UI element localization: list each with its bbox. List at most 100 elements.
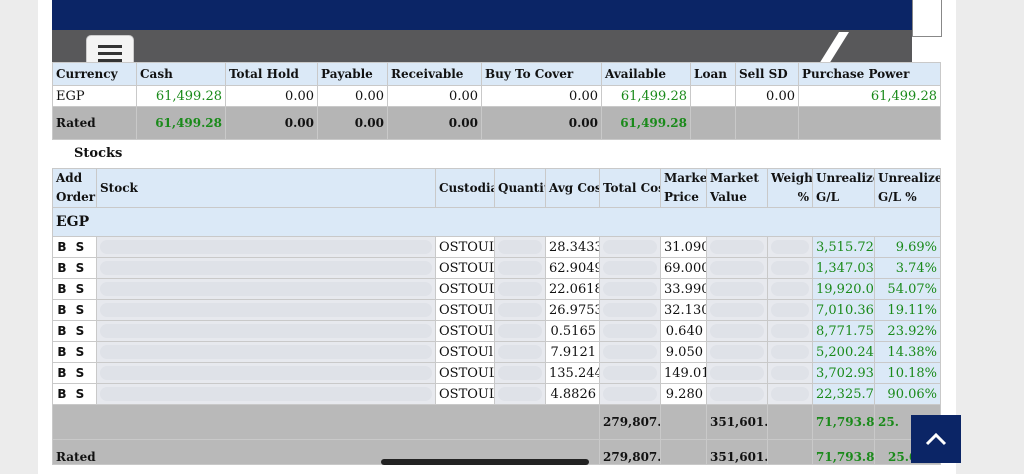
right-frame-edge	[912, 0, 942, 37]
order-buttons-cell: BS	[52, 278, 97, 300]
stock-name-cell[interactable]	[96, 299, 436, 321]
buy-button[interactable]: B	[56, 387, 68, 401]
purchase-power-cell: 61,499.28	[798, 85, 941, 107]
redacted-quantity	[498, 303, 542, 317]
redacted-total-cost	[603, 282, 657, 296]
market-value-cell	[706, 299, 768, 321]
rated-buy-to-cover: 0.00	[481, 106, 602, 140]
col-header-market-value: Market Value	[706, 168, 768, 208]
menu-icon-line	[98, 44, 122, 48]
stock-name-cell[interactable]	[96, 278, 436, 300]
stock-name-cell[interactable]	[96, 320, 436, 342]
stock-name-cell[interactable]	[96, 236, 436, 258]
col-header: Payable	[317, 62, 388, 86]
order-buttons-cell: BS	[52, 236, 97, 258]
quantity-cell	[494, 341, 546, 363]
custodian-cell: OSTOUL	[435, 362, 495, 384]
redacted-quantity	[498, 345, 542, 359]
redacted-total-cost	[603, 261, 657, 275]
sell-sd-cell: 0.00	[735, 85, 799, 107]
rated-market-value: 351,601.05	[706, 439, 768, 465]
redacted-total-cost	[603, 324, 657, 338]
stock-name-cell[interactable]	[96, 341, 436, 363]
stock-row: BS OSTOUL 4.8826 9.280 22,325.7290.06%	[52, 383, 941, 405]
stock-row: B S OSTOUl 7.9121 9.050 5,200.24 14.38%	[52, 341, 941, 363]
cash-cell: 61,499.28	[136, 85, 226, 107]
unrealized-gl-cell: 22,325.72	[812, 383, 875, 405]
redacted-weight	[771, 282, 809, 296]
sell-button[interactable]: S	[74, 261, 86, 275]
redacted-market-value	[710, 282, 764, 296]
sell-button[interactable]: S	[74, 345, 86, 359]
custodian-cell: OSTOUl	[435, 341, 495, 363]
quantity-cell	[494, 278, 546, 300]
sell-button[interactable]: S	[74, 240, 86, 254]
redacted-total-cost	[603, 240, 657, 254]
redacted-quantity	[498, 324, 542, 338]
redacted-market-value	[710, 303, 764, 317]
redacted-stock-name	[100, 345, 432, 359]
redacted-market-value	[710, 324, 764, 338]
stocks-header-row: Add Order Stock Custodian Quantity Avg C…	[52, 168, 941, 208]
redacted-total-cost	[603, 366, 657, 380]
buy-button[interactable]: B	[56, 261, 68, 275]
col-header-total-cost: Total Cost	[599, 168, 661, 208]
balance-header-row: Currency Cash Total Hold Payable Receiva…	[52, 62, 941, 86]
sell-button[interactable]: S	[74, 366, 86, 380]
market-value-cell	[706, 383, 768, 405]
col-header: Currency	[52, 62, 137, 86]
buy-button[interactable]: B	[56, 366, 68, 380]
col-header-weight: Weight %	[767, 168, 813, 208]
buy-button[interactable]: B	[56, 303, 68, 317]
receivable-cell: 0.00	[387, 85, 482, 107]
unrealized-glp-cell: 9.69%	[874, 236, 941, 258]
quantity-cell	[494, 236, 546, 258]
buy-button[interactable]: B	[56, 282, 68, 296]
redacted-weight	[771, 303, 809, 317]
buy-button[interactable]: B	[56, 324, 68, 338]
quantity-cell	[494, 299, 546, 321]
redacted-weight	[771, 345, 809, 359]
loan-cell	[690, 85, 736, 107]
custodian-cell: OSTOUL	[435, 383, 495, 405]
col-header-avg-cost: Avg Cost	[545, 168, 600, 208]
stock-name-cell[interactable]	[96, 257, 436, 279]
home-indicator-bar	[381, 459, 589, 465]
col-header: Sell SD	[735, 62, 799, 86]
total-cost-cell	[599, 236, 661, 258]
redacted-market-value	[710, 240, 764, 254]
unrealized-gl-cell: 7,010.36	[812, 299, 875, 321]
redacted-quantity	[498, 282, 542, 296]
total-cost-cell	[599, 341, 661, 363]
sell-button[interactable]: S	[74, 324, 86, 338]
rated-purchase-power	[798, 106, 941, 140]
stock-name-cell[interactable]	[96, 383, 436, 405]
total-weight-empty	[767, 404, 813, 440]
market-price-cell: 0.640	[660, 320, 707, 342]
sell-button[interactable]: S	[74, 387, 86, 401]
stock-rows: B S OSTOUL 28.3433 31.090 3,515.72 9.69% B S OSTO…	[52, 236, 941, 405]
rated-payable: 0.00	[317, 106, 388, 140]
redacted-market-value	[710, 387, 764, 401]
total-market-price-empty	[660, 404, 707, 440]
sell-button[interactable]: S	[74, 282, 86, 296]
rated-market-price-empty	[660, 439, 707, 465]
redacted-total-cost	[603, 387, 657, 401]
market-value-cell	[706, 257, 768, 279]
avg-cost-cell: 4.8826	[545, 383, 600, 405]
redacted-weight	[771, 324, 809, 338]
total-cost-cell	[599, 278, 661, 300]
redacted-stock-name	[100, 240, 432, 254]
redacted-market-value	[710, 345, 764, 359]
stock-name-cell[interactable]	[96, 362, 436, 384]
weight-cell	[767, 299, 813, 321]
buy-button[interactable]: B	[56, 345, 68, 359]
scroll-to-top-button[interactable]	[911, 415, 961, 463]
redacted-stock-name	[100, 387, 432, 401]
unrealized-gl-cell: 3,515.72	[812, 236, 875, 258]
rated-receivable: 0.00	[387, 106, 482, 140]
stock-row: B S OSTOUL 62.9049 69.000 1,347.03 3.74%	[52, 257, 941, 279]
sell-button[interactable]: S	[74, 303, 86, 317]
custodian-cell: OSTOUL	[435, 236, 495, 258]
buy-button[interactable]: B	[56, 240, 68, 254]
